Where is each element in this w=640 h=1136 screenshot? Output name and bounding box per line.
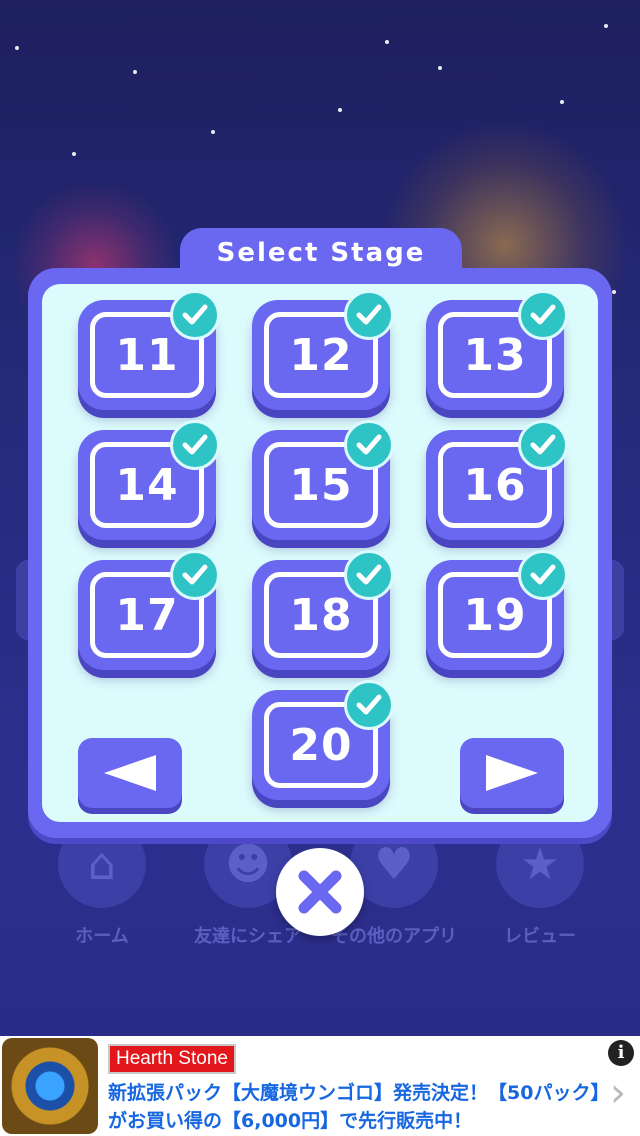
ad-text-line-2: がお買い得の【6,000円】で先行販売中！ xyxy=(108,1110,473,1132)
check-icon xyxy=(170,550,220,600)
next-page-button[interactable] xyxy=(460,738,564,808)
stage-select-dialog: 11 12 13 14 15 16 17 18 19 20 xyxy=(28,268,612,838)
ad-banner[interactable]: Hearth Stone 新拡張パック【大魔境ウンゴロ】発売決定！【50パック】… xyxy=(0,1036,640,1136)
arrow-right-icon xyxy=(486,755,538,791)
close-button[interactable] xyxy=(276,848,364,936)
stage-button-11[interactable]: 11 xyxy=(78,290,220,410)
check-icon xyxy=(518,550,568,600)
menu-label: ホーム xyxy=(75,926,129,947)
stage-button-17[interactable]: 17 xyxy=(78,550,220,670)
stage-button-18[interactable]: 18 xyxy=(252,550,394,670)
dialog-title: Select Stage xyxy=(216,238,426,268)
stage-button-16[interactable]: 16 xyxy=(426,420,568,540)
check-icon xyxy=(344,420,394,470)
arrow-left-icon xyxy=(104,755,156,791)
menu-home: ⌂ ホーム xyxy=(32,820,172,948)
close-icon xyxy=(298,870,342,914)
dialog-body: 11 12 13 14 15 16 17 18 19 20 xyxy=(42,284,598,822)
chevron-right-icon[interactable]: › xyxy=(610,1070,626,1116)
check-icon xyxy=(344,290,394,340)
menu-review: ★ レビュー xyxy=(470,820,610,948)
menu-label: レビュー xyxy=(504,926,576,947)
info-icon[interactable]: i xyxy=(608,1040,634,1066)
hearthstone-logo-icon xyxy=(2,1038,98,1134)
previous-page-button[interactable] xyxy=(78,738,182,808)
stage-button-13[interactable]: 13 xyxy=(426,290,568,410)
check-icon xyxy=(170,420,220,470)
stage-button-20[interactable]: 20 xyxy=(252,680,394,800)
check-icon xyxy=(170,290,220,340)
check-icon xyxy=(518,290,568,340)
check-icon xyxy=(518,420,568,470)
check-icon xyxy=(344,680,394,730)
check-icon xyxy=(344,550,394,600)
stage-button-14[interactable]: 14 xyxy=(78,420,220,540)
stage-button-19[interactable]: 19 xyxy=(426,550,568,670)
ad-title-badge: Hearth Stone xyxy=(108,1044,236,1074)
stage-button-15[interactable]: 15 xyxy=(252,420,394,540)
ad-text-line-1: 新拡張パック【大魔境ウンゴロ】発売決定！【50パック】 xyxy=(108,1082,610,1104)
stage-button-12[interactable]: 12 xyxy=(252,290,394,410)
